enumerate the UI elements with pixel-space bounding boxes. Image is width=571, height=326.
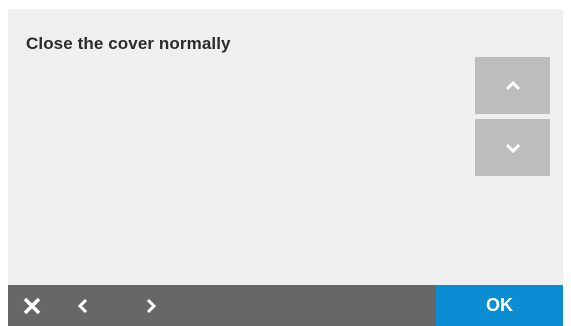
- chevron-up-icon: [505, 80, 521, 91]
- close-button[interactable]: [14, 285, 50, 326]
- printer-screen: Close the cover normally OK: [8, 9, 563, 326]
- chevron-left-icon: [78, 298, 88, 314]
- instruction-message: Close the cover normally: [26, 34, 231, 53]
- ok-button[interactable]: OK: [436, 285, 563, 326]
- chevron-right-icon: [146, 298, 156, 314]
- chevron-down-icon: [505, 143, 521, 153]
- scroll-up-button[interactable]: [475, 57, 550, 114]
- next-button[interactable]: [136, 285, 166, 326]
- scroll-down-button[interactable]: [475, 119, 550, 176]
- close-icon: [22, 296, 42, 316]
- back-button[interactable]: [68, 285, 98, 326]
- bottom-navigation-bar: OK: [8, 285, 563, 326]
